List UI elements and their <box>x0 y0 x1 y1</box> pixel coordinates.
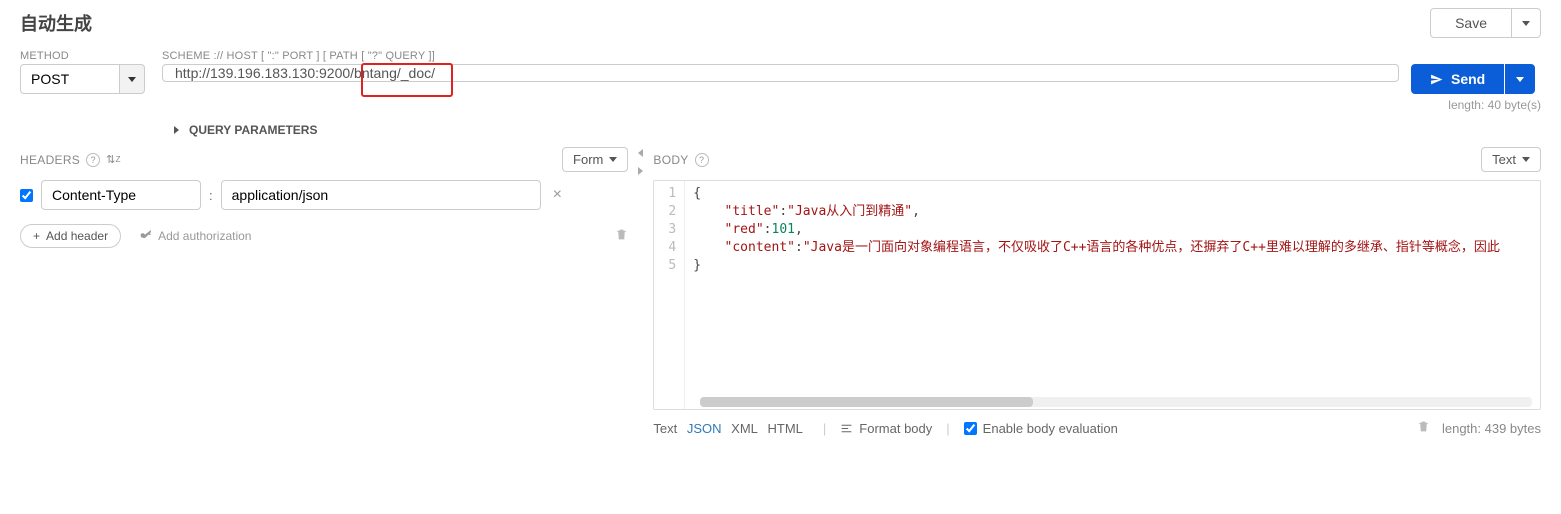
code-token: "content" <box>725 240 795 255</box>
editor-hscrollbar[interactable] <box>700 397 1532 407</box>
body-length-text: length: 439 bytes <box>1442 421 1541 436</box>
line-number: 3 <box>668 221 676 239</box>
send-button[interactable]: Send <box>1411 64 1504 94</box>
save-button[interactable]: Save <box>1430 8 1512 38</box>
caret-down-icon <box>1516 77 1524 82</box>
header-value-input[interactable] <box>221 180 541 210</box>
format-body-label: Format body <box>859 421 932 436</box>
page-title: 自动生成 <box>20 10 92 36</box>
code-token: , <box>912 204 920 219</box>
headers-title: HEADERS ? ⇅Z <box>20 153 121 167</box>
save-dropdown-button[interactable] <box>1511 8 1541 38</box>
headers-form-dropdown[interactable]: Form <box>562 147 628 172</box>
code-token: "red" <box>725 222 764 237</box>
query-parameters-toggle[interactable]: QUERY PARAMETERS <box>174 123 317 137</box>
line-number: 5 <box>668 257 676 275</box>
caret-down-icon <box>128 77 136 82</box>
divider: | <box>946 421 949 436</box>
clear-body-button[interactable] <box>1417 420 1430 436</box>
send-icon <box>1430 73 1443 86</box>
add-header-label: Add header <box>46 229 108 243</box>
editor-gutter: 1 2 3 4 5 <box>654 181 685 409</box>
sort-icon[interactable]: ⇅Z <box>106 153 121 166</box>
headers-title-text: HEADERS <box>20 153 80 167</box>
body-mode-label: Text <box>1492 152 1516 167</box>
body-editor[interactable]: 1 2 3 4 5 { "title":"Java从入门到精通", "red":… <box>653 180 1541 410</box>
help-icon[interactable]: ? <box>695 153 709 167</box>
url-text-highlight: /bntang/_doc/ <box>350 65 435 81</box>
method-dropdown-button[interactable] <box>119 64 145 94</box>
key-icon <box>139 230 152 243</box>
code-token: { <box>693 186 701 201</box>
clear-headers-button[interactable] <box>615 228 628 244</box>
scheme-label: SCHEME :// HOST [ ":" PORT ] [ PATH [ "?… <box>162 50 1399 62</box>
body-title-text: BODY <box>653 153 688 167</box>
code-token: } <box>693 258 701 273</box>
body-mode-dropdown[interactable]: Text <box>1481 147 1541 172</box>
enable-eval-toggle[interactable]: Enable body evaluation <box>964 421 1118 436</box>
format-body-button[interactable]: Format body <box>840 421 932 436</box>
url-input[interactable]: http://139.196.183.130:9200/bntang/_doc/ <box>162 64 1399 82</box>
header-row: : × <box>20 180 628 210</box>
code-token: : <box>764 222 772 237</box>
body-format-tabs: Text JSON XML HTML <box>653 421 809 436</box>
format-xml-tab[interactable]: XML <box>731 421 758 436</box>
panel-divider[interactable] <box>638 147 643 436</box>
add-header-button[interactable]: + Add header <box>20 224 121 248</box>
code-token: , <box>795 222 803 237</box>
line-number: 1 <box>668 185 676 203</box>
method-label: METHOD <box>20 50 150 62</box>
code-token: "Java是一门面向对象编程语言，不仅吸收了C++语言的各种优点，还摒弃了C++… <box>803 240 1500 255</box>
editor-code[interactable]: { "title":"Java从入门到精通", "red":101, "cont… <box>685 181 1540 409</box>
format-html-tab[interactable]: HTML <box>768 421 803 436</box>
caret-down-icon <box>1522 157 1530 162</box>
trash-icon <box>1417 420 1430 433</box>
header-remove-button[interactable]: × <box>549 186 566 204</box>
enable-eval-checkbox[interactable] <box>964 422 977 435</box>
caret-down-icon <box>1522 21 1530 26</box>
query-parameters-label: QUERY PARAMETERS <box>189 123 317 137</box>
code-token: : <box>795 240 803 255</box>
method-input[interactable] <box>20 64 120 94</box>
editor-hscroll-thumb[interactable] <box>700 397 1033 407</box>
caret-down-icon <box>609 157 617 162</box>
code-token: "Java从入门到精通" <box>787 204 912 219</box>
line-number: 4 <box>668 239 676 257</box>
save-group: Save <box>1430 8 1541 38</box>
plus-icon: + <box>33 229 40 243</box>
enable-eval-label: Enable body evaluation <box>983 421 1118 436</box>
header-enabled-checkbox[interactable] <box>20 189 33 202</box>
trash-icon <box>615 228 628 241</box>
line-number: 2 <box>668 203 676 221</box>
add-authorization-button[interactable]: Add authorization <box>139 229 251 243</box>
collapse-left-icon[interactable] <box>638 149 643 157</box>
collapse-right-icon[interactable] <box>638 167 643 175</box>
code-token: "title" <box>725 204 780 219</box>
url-length-text: length: 40 byte(s) <box>20 98 1541 112</box>
code-token: 101 <box>772 222 795 237</box>
format-json-tab[interactable]: JSON <box>687 421 722 436</box>
send-button-label: Send <box>1451 71 1485 87</box>
url-text-prefix: http://139.196.183.130:9200 <box>175 65 350 81</box>
send-dropdown-button[interactable] <box>1505 64 1535 94</box>
format-text-tab[interactable]: Text <box>653 421 677 436</box>
help-icon[interactable]: ? <box>86 153 100 167</box>
divider: | <box>823 421 826 436</box>
add-authorization-label: Add authorization <box>158 229 251 243</box>
code-token: : <box>779 204 787 219</box>
header-colon: : <box>209 188 213 203</box>
body-title: BODY ? <box>653 153 708 167</box>
caret-right-icon <box>174 126 179 134</box>
headers-form-label: Form <box>573 152 603 167</box>
align-icon <box>840 422 853 435</box>
header-name-input[interactable] <box>41 180 201 210</box>
